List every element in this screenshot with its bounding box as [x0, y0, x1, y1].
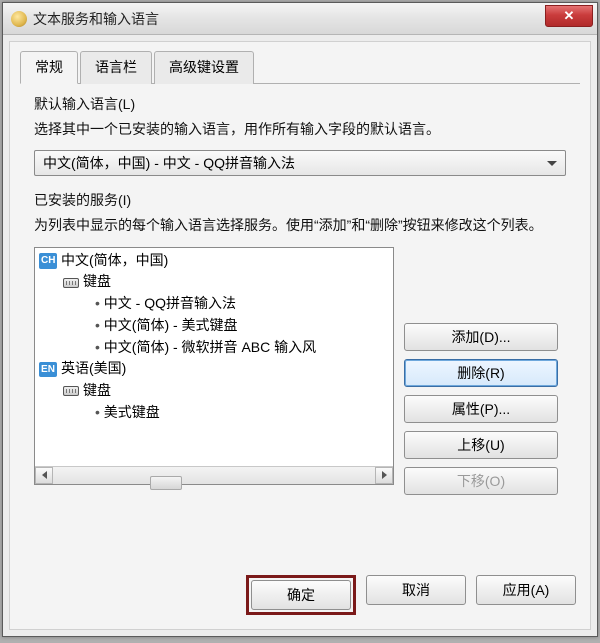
- dialog-footer: 确定 取消 应用(A): [20, 565, 580, 619]
- scroll-thumb[interactable]: [150, 476, 182, 490]
- cancel-button[interactable]: 取消: [366, 575, 466, 605]
- tree-lang-en[interactable]: EN英语(美国): [39, 358, 389, 380]
- services-row: CH中文(简体，中国) 键盘 • 中文 - QQ拼音输入法 • 中文(简体) -…: [34, 247, 566, 495]
- tree-keyboard-en[interactable]: 键盘: [39, 380, 389, 402]
- scroll-left-button[interactable]: [35, 467, 53, 484]
- tab-strip: 常规 语言栏 高级键设置: [20, 50, 580, 84]
- moveup-button[interactable]: 上移(U): [404, 431, 558, 459]
- keyboard-icon: [63, 386, 79, 396]
- default-lang-title: 默认输入语言(L): [34, 94, 566, 114]
- tree-lang-ch[interactable]: CH中文(简体，中国): [39, 250, 389, 272]
- tab-general[interactable]: 常规: [20, 51, 78, 84]
- default-lang-desc: 选择其中一个已安装的输入语言，用作所有输入字段的默认语言。: [34, 118, 566, 140]
- close-icon: ✕: [564, 8, 575, 24]
- horizontal-scrollbar[interactable]: [35, 466, 393, 484]
- properties-button[interactable]: 属性(P)...: [404, 395, 558, 423]
- window-title: 文本服务和输入语言: [33, 9, 545, 29]
- services-title: 已安装的服务(I): [34, 190, 566, 210]
- arrow-left-icon: [42, 471, 47, 479]
- apply-button[interactable]: 应用(A): [476, 575, 576, 605]
- tree-item[interactable]: • 中文 - QQ拼音输入法: [39, 293, 389, 315]
- services-desc: 为列表中显示的每个输入语言选择服务。使用“添加”和“删除”按钮来修改这个列表。: [34, 214, 566, 236]
- tab-advanced[interactable]: 高级键设置: [154, 51, 254, 84]
- arrow-right-icon: [382, 471, 387, 479]
- default-lang-combo[interactable]: 中文(简体，中国) - 中文 - QQ拼音输入法: [34, 150, 566, 176]
- close-button[interactable]: ✕: [545, 5, 593, 27]
- remove-button[interactable]: 删除(R): [404, 359, 558, 387]
- default-lang-value: 中文(简体，中国) - 中文 - QQ拼音输入法: [43, 153, 295, 173]
- client-area: 常规 语言栏 高级键设置 默认输入语言(L) 选择其中一个已安装的输入语言，用作…: [9, 41, 591, 630]
- ok-button[interactable]: 确定: [251, 580, 351, 610]
- group-default-language: 默认输入语言(L) 选择其中一个已安装的输入语言，用作所有输入字段的默认语言。 …: [20, 94, 580, 176]
- tree-keyboard-ch[interactable]: 键盘: [39, 271, 389, 293]
- services-tree-container: CH中文(简体，中国) 键盘 • 中文 - QQ拼音输入法 • 中文(简体) -…: [34, 247, 394, 485]
- scroll-right-button[interactable]: [375, 467, 393, 484]
- tree-item[interactable]: • 美式键盘: [39, 402, 389, 424]
- tree-lang-en-label: 英语(美国): [61, 360, 126, 376]
- chevron-down-icon: [547, 161, 557, 166]
- tree-keyboard-en-label: 键盘: [83, 382, 111, 398]
- services-tree[interactable]: CH中文(简体，中国) 键盘 • 中文 - QQ拼音输入法 • 中文(简体) -…: [35, 248, 393, 466]
- lang-badge-ch: CH: [39, 253, 57, 269]
- tree-lang-ch-label: 中文(简体，中国): [61, 252, 168, 268]
- group-installed-services: 已安装的服务(I) 为列表中显示的每个输入语言选择服务。使用“添加”和“删除”按…: [20, 190, 580, 494]
- tree-item[interactable]: • 中文(简体) - 美式键盘: [39, 315, 389, 337]
- movedown-button: 下移(O): [404, 467, 558, 495]
- app-icon: [11, 11, 27, 27]
- tree-item[interactable]: • 中文(简体) - 微软拼音 ABC 输入风: [39, 337, 389, 359]
- lang-badge-en: EN: [39, 362, 57, 378]
- services-buttons: 添加(D)... 删除(R) 属性(P)... 上移(U) 下移(O): [404, 247, 558, 495]
- titlebar[interactable]: 文本服务和输入语言 ✕: [3, 3, 597, 35]
- ok-highlight: 确定: [246, 575, 356, 615]
- add-button[interactable]: 添加(D)...: [404, 323, 558, 351]
- tab-langbar[interactable]: 语言栏: [80, 51, 152, 84]
- keyboard-icon: [63, 278, 79, 288]
- dialog-window: 文本服务和输入语言 ✕ 常规 语言栏 高级键设置 默认输入语言(L) 选择其中一…: [2, 2, 598, 637]
- tree-keyboard-ch-label: 键盘: [83, 273, 111, 289]
